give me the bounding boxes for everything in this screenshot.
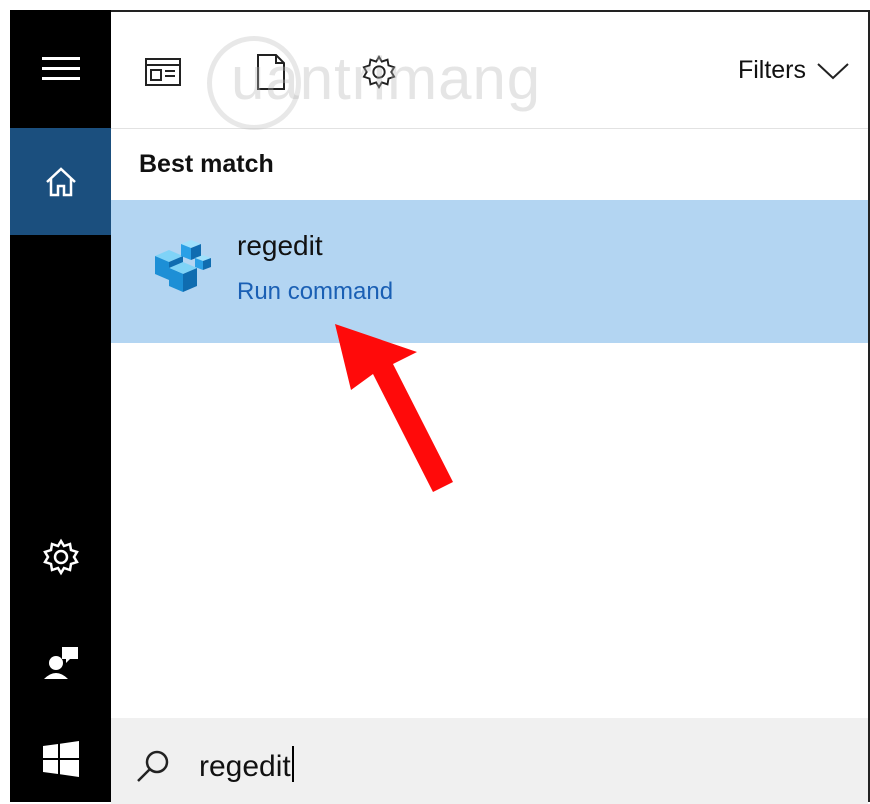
settings-icon bbox=[362, 55, 396, 89]
text-caret bbox=[291, 746, 294, 782]
search-box[interactable]: regedit bbox=[111, 718, 868, 804]
settings-filter-button[interactable] bbox=[359, 52, 399, 92]
start-button[interactable] bbox=[10, 716, 111, 802]
chevron-down-icon bbox=[817, 62, 849, 79]
filters-label: Filters bbox=[737, 56, 806, 84]
best-match-heading: Best match bbox=[139, 150, 274, 178]
hamburger-menu-button[interactable] bbox=[10, 10, 111, 128]
apps-filter-button[interactable] bbox=[143, 52, 183, 92]
search-query: regedit bbox=[199, 750, 291, 783]
apps-icon bbox=[145, 58, 181, 86]
search-icon bbox=[137, 750, 169, 782]
search-input[interactable]: regedit bbox=[199, 746, 294, 784]
result-name: regedit bbox=[237, 230, 323, 261]
home-icon bbox=[45, 166, 76, 196]
windows-start-icon bbox=[42, 741, 79, 777]
settings-icon bbox=[42, 538, 79, 576]
search-panel: uantrimang Filters Best match regedit Ru… bbox=[111, 10, 870, 804]
result-type-link[interactable]: Run command bbox=[237, 278, 393, 306]
home-button[interactable] bbox=[10, 128, 111, 235]
hamburger-menu-icon bbox=[41, 57, 80, 80]
documents-filter-button[interactable] bbox=[251, 52, 291, 92]
feedback-button[interactable] bbox=[10, 608, 111, 716]
start-search-window: uantrimang Filters Best match regedit Ru… bbox=[10, 10, 870, 804]
search-toolbar: uantrimang Filters bbox=[111, 12, 868, 130]
best-match-result[interactable]: regedit Run command bbox=[111, 200, 868, 343]
left-rail bbox=[10, 10, 111, 802]
feedback-icon bbox=[43, 647, 78, 679]
red-arrow-annotation bbox=[335, 324, 453, 492]
documents-icon bbox=[257, 54, 285, 90]
filters-dropdown[interactable]: Filters bbox=[738, 56, 850, 85]
registry-editor-icon bbox=[155, 240, 211, 292]
settings-button[interactable] bbox=[10, 506, 111, 608]
